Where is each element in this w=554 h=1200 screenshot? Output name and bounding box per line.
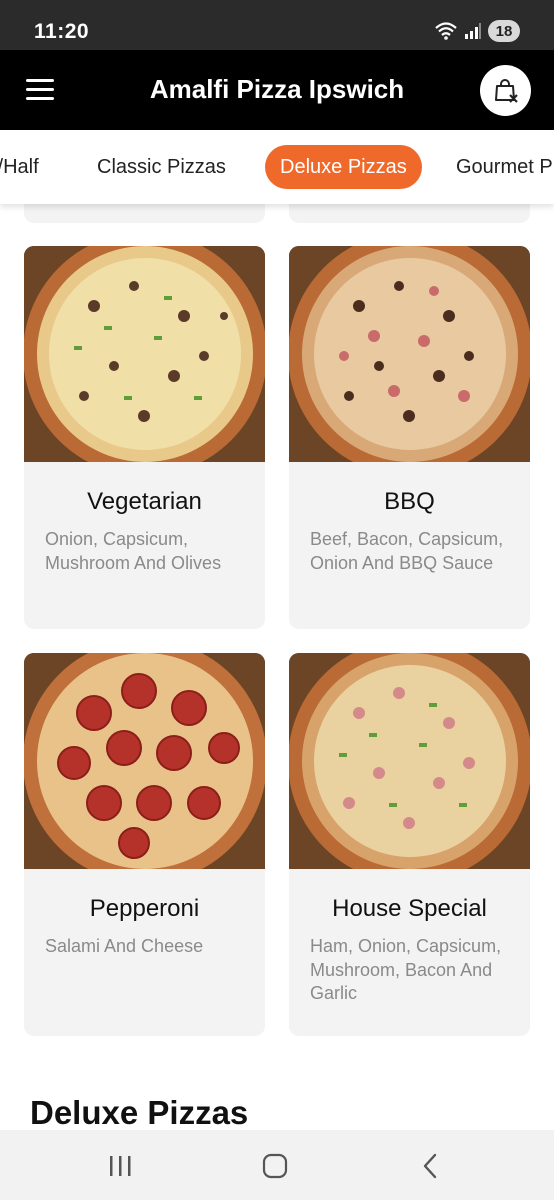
status-icons: 18 — [434, 20, 520, 42]
status-time: 11:20 — [34, 20, 90, 43]
page-title: Amalfi Pizza Ipswich — [149, 74, 405, 104]
product-description: Beef, Bacon, Capsicum, Onion And BBQ Sau… — [310, 529, 504, 573]
home-button[interactable] — [257, 1148, 293, 1184]
tab-deluxe-pizzas[interactable]: Deluxe Pizzas — [265, 145, 422, 189]
product-description: Salami And Cheese — [45, 936, 204, 956]
product-name: House Special — [332, 895, 487, 922]
back-button[interactable] — [412, 1148, 448, 1184]
recent-apps-button[interactable] — [102, 1148, 138, 1184]
tab-half-half[interactable]: f/Half — [0, 145, 39, 189]
product-description: Ham, Onion, Capsicum, Mushroom, Bacon An… — [310, 936, 502, 1003]
product-description: Onion, Capsicum, Mushroom And Olives — [45, 529, 222, 573]
category-tab-bar: f/Half Classic Pizzas Deluxe Pizzas Gour… — [0, 130, 554, 204]
product-name: Vegetarian — [87, 488, 202, 515]
product-name: BBQ — [384, 488, 435, 515]
back-icon — [423, 1153, 437, 1179]
system-nav-bar — [0, 1130, 554, 1200]
home-icon — [262, 1153, 288, 1179]
pizza-image-bbq — [289, 246, 530, 462]
product-name: Pepperoni — [89, 895, 200, 922]
product-card-vegetarian[interactable]: Vegetarian Onion, Capsicum, Mushroom And… — [24, 246, 265, 629]
shopping-bag-icon — [494, 78, 518, 103]
app-header: Amalfi Pizza Ipswich — [0, 50, 554, 130]
signal-icon — [465, 23, 481, 39]
pizza-image-vegetarian — [24, 246, 265, 462]
recent-apps-icon — [110, 1156, 131, 1176]
battery-indicator: 18 — [488, 20, 520, 42]
section-heading: Deluxe Pizzas — [30, 1094, 249, 1130]
product-card-pepperoni[interactable]: Pepperoni Salami And Cheese — [24, 653, 265, 1036]
tab-gourmet-pizzas[interactable]: Gourmet P — [456, 145, 553, 189]
product-card-bbq[interactable]: BBQ Beef, Bacon, Capsicum, Onion And BBQ… — [289, 246, 530, 629]
pizza-image-pepperoni — [24, 653, 265, 869]
menu-content[interactable]: Vegetarian Onion, Capsicum, Mushroom And… — [0, 130, 554, 1130]
tab-classic-pizzas[interactable]: Classic Pizzas — [97, 145, 226, 189]
status-bar: 11:20 18 — [0, 0, 554, 50]
product-card-house-special[interactable]: House Special Ham, Onion, Capsicum, Mush… — [289, 653, 530, 1036]
pizza-image-house-special — [289, 653, 530, 869]
wifi-icon — [435, 22, 457, 40]
cart-button[interactable] — [480, 65, 531, 116]
app-screen: 11:20 18 Amalfi Pizza Ipswich Vegetarian… — [0, 0, 554, 1200]
